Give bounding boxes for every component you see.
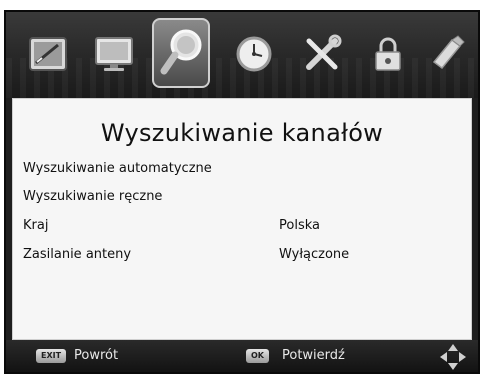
menu-item-lock[interactable] [362,28,414,80]
menu-row-manual-search[interactable]: Wyszukiwanie ręczne [23,185,463,209]
picture-icon [29,37,67,71]
menu-row-country[interactable]: Kraj Polska [23,214,463,238]
menu-icon-bar [6,12,478,98]
page-title: Wyszukiwanie kanałów [100,119,384,147]
channel-search-panel: Wyszukiwanie kanałów Wyszukiwanie automa… [12,98,472,340]
row-label: Zasilanie anteny [23,247,132,262]
back-label: Powrót [74,348,119,363]
confirm-label: Potwierdź [282,348,345,363]
tv-icon [95,37,133,71]
ok-key[interactable]: OK [246,349,269,363]
menu-item-search[interactable] [152,18,210,88]
row-value: Wyłączone [279,247,350,262]
navigation-arrows-icon [440,344,466,370]
usb-icon [432,35,465,70]
tv-screen: Wyszukiwanie kanałów Wyszukiwanie automa… [4,10,480,374]
menu-item-clock[interactable] [228,28,280,80]
tools-icon [306,34,342,70]
row-label: Wyszukiwanie automatyczne [23,161,212,176]
row-label: Wyszukiwanie ręczne [23,189,163,204]
footer-bar: EXIT Powrót OK Potwierdź [6,340,478,372]
menu-row-antenna-power[interactable]: Zasilanie anteny Wyłączone [23,243,463,267]
lock-icon [375,37,401,71]
exit-key[interactable]: EXIT [36,349,67,363]
menu-item-usb[interactable] [420,28,472,80]
search-icon [160,29,202,75]
menu-item-tv[interactable] [88,28,140,80]
menu-item-picture[interactable] [22,28,74,80]
menu-item-tools[interactable] [296,28,348,80]
clock-icon [236,36,272,72]
row-label: Kraj [23,218,49,233]
row-value: Polska [279,218,320,233]
menu-row-auto-search[interactable]: Wyszukiwanie automatyczne [23,157,463,181]
